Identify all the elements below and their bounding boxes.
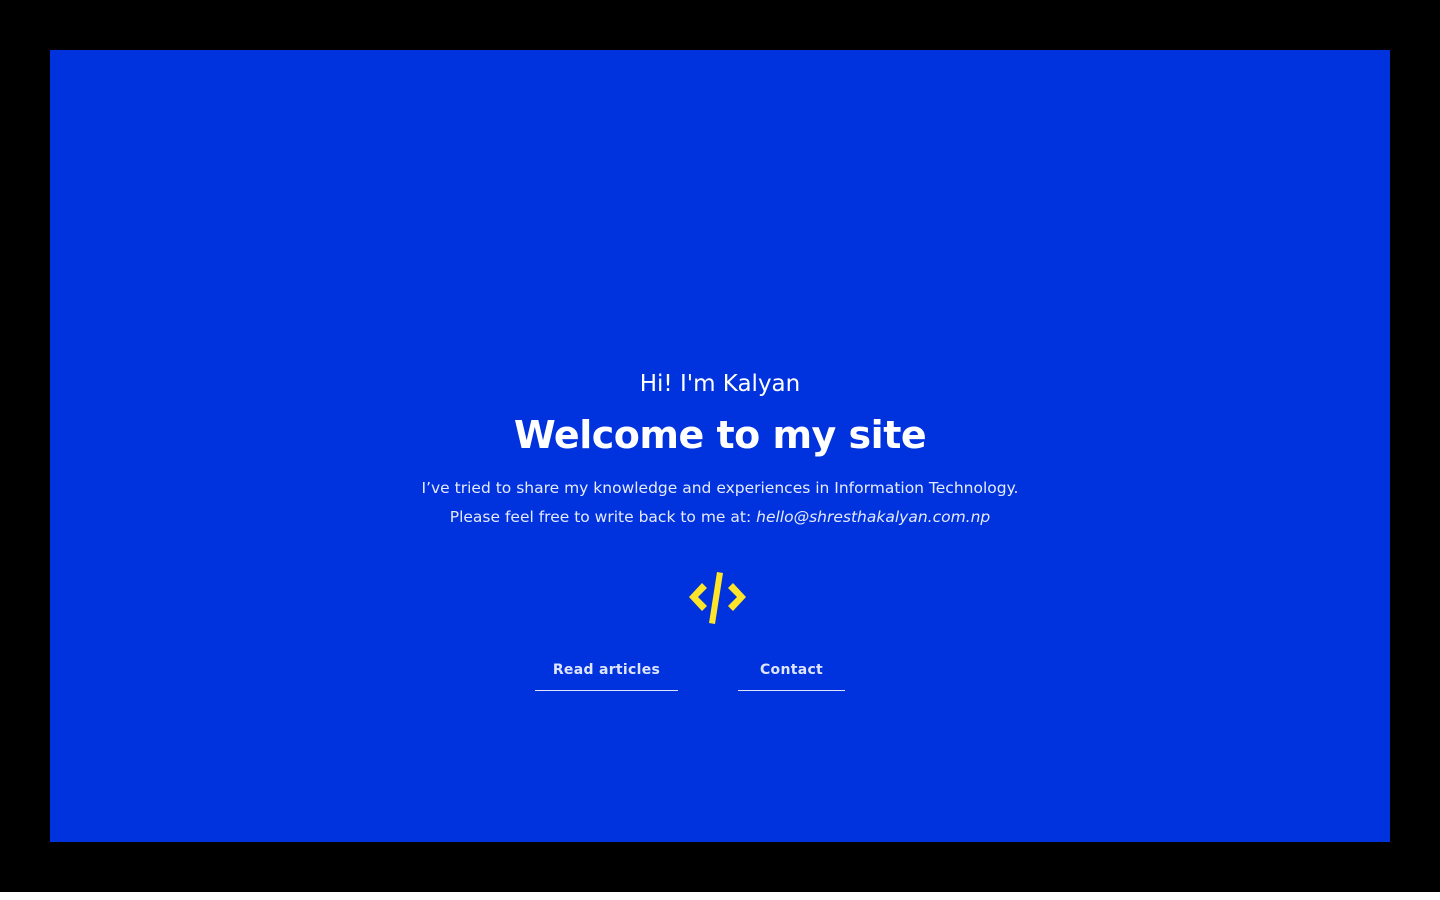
read-articles-link[interactable]: Read articles bbox=[535, 654, 678, 691]
email-address: hello@shresthakalyan.com.np bbox=[756, 508, 991, 526]
page-frame: Hi! I'm Kalyan Welcome to my site I’ve t… bbox=[0, 0, 1440, 892]
intro-description: I’ve tried to share my knowledge and exp… bbox=[50, 477, 1390, 499]
bottom-edge bbox=[0, 892, 1440, 900]
contact-description: Please feel free to write back to me at:… bbox=[50, 506, 1390, 528]
code-brackets-icon bbox=[689, 572, 746, 624]
greeting-text: Hi! I'm Kalyan bbox=[639, 371, 801, 397]
hero-section: Hi! I'm Kalyan Welcome to my site I’ve t… bbox=[50, 50, 1390, 842]
hero-nav: Read articles Contact bbox=[50, 654, 1390, 694]
contact-prompt-text: Please feel free to write back to me at: bbox=[449, 508, 757, 526]
contact-link[interactable]: Contact bbox=[738, 654, 845, 691]
page-title: Welcome to my site bbox=[513, 413, 927, 457]
intro-description-text: I’ve tried to share my knowledge and exp… bbox=[421, 479, 1019, 497]
